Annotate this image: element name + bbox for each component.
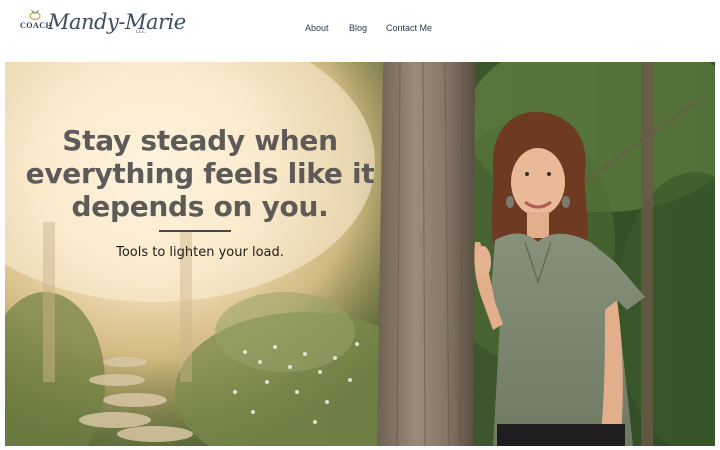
nav-link-blog[interactable]: Blog [349, 23, 367, 33]
nav-link-about[interactable]: About [305, 23, 329, 33]
hero-headline: Stay steady when everything feels like i… [25, 124, 375, 223]
main-nav: About Blog Contact Me [0, 21, 720, 37]
nav-link-contact[interactable]: Contact Me [386, 23, 432, 33]
hero-banner: Stay steady when everything feels like i… [5, 62, 715, 446]
ring-sprout-icon [29, 10, 41, 20]
site-header: COACH Mandy-Marie LLC About Blog Contact… [0, 0, 720, 60]
headline-divider [159, 230, 231, 232]
hero-tagline: Tools to lighten your load. [116, 245, 284, 260]
